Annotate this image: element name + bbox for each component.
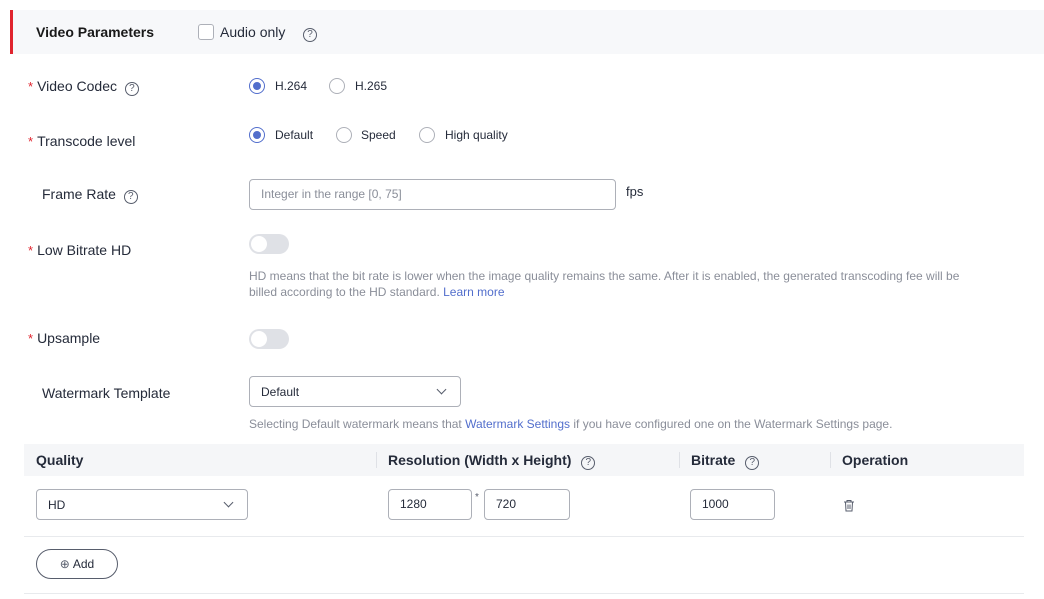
frame-rate-input[interactable]: Integer in the range [0, 75] <box>249 179 616 210</box>
row-separator <box>24 536 1024 537</box>
chevron-down-icon <box>223 497 234 508</box>
section-header: Video Parameters Audio only ? <box>10 10 1044 54</box>
low-bitrate-hd-toggle[interactable] <box>249 234 289 254</box>
column-divider <box>830 452 831 468</box>
level-high-quality-radio[interactable] <box>419 127 435 143</box>
section-accent-bar <box>10 10 13 54</box>
frame-rate-unit: fps <box>626 184 644 199</box>
required-mark: * <box>28 79 34 94</box>
level-default-radio[interactable] <box>249 127 265 143</box>
column-bitrate: Bitrate ? <box>691 452 760 470</box>
required-mark: * <box>28 134 34 149</box>
watermark-template-select[interactable]: Default <box>249 376 461 407</box>
frame-rate-placeholder: Integer in the range [0, 75] <box>261 187 402 201</box>
resolution-height-input[interactable]: 720 <box>484 489 570 520</box>
video-codec-label: * Video Codec ? <box>28 78 139 96</box>
level-high-quality-label[interactable]: High quality <box>445 128 508 142</box>
transcode-level-label: * Transcode level <box>28 133 136 149</box>
audio-only-help-icon[interactable]: ? <box>303 28 317 42</box>
learn-more-link[interactable]: Learn more <box>443 285 504 299</box>
resolution-help-icon[interactable]: ? <box>581 456 596 470</box>
plus-circle-icon: ⊕ <box>59 557 70 571</box>
add-quality-button[interactable]: ⊕ Add <box>36 549 118 579</box>
section-title: Video Parameters <box>36 24 155 40</box>
codec-h265-radio[interactable] <box>329 78 345 94</box>
resolution-width-input[interactable]: 1280 <box>388 489 472 520</box>
audio-only-checkbox[interactable] <box>198 24 214 40</box>
level-speed-label[interactable]: Speed <box>361 128 396 142</box>
quality-value: HD <box>48 498 66 512</box>
chevron-down-icon <box>436 384 447 395</box>
codec-h265-label[interactable]: H.265 <box>355 79 387 93</box>
video-codec-help-icon[interactable]: ? <box>124 82 139 96</box>
footer-separator <box>24 593 1024 594</box>
frame-rate-label: Frame Rate ? <box>42 186 138 204</box>
low-bitrate-hd-label: * Low Bitrate HD <box>28 242 132 258</box>
upsample-toggle[interactable] <box>249 329 289 349</box>
level-speed-radio[interactable] <box>336 127 352 143</box>
quality-select[interactable]: HD <box>36 489 248 520</box>
frame-rate-help-icon[interactable]: ? <box>123 190 138 204</box>
codec-h264-label[interactable]: H.264 <box>275 79 307 93</box>
column-divider <box>376 452 377 468</box>
bitrate-help-icon[interactable]: ? <box>745 456 760 470</box>
bitrate-input[interactable]: 1000 <box>690 489 775 520</box>
low-bitrate-hd-hint: HD means that the bit rate is lower when… <box>249 269 960 299</box>
level-default-label[interactable]: Default <box>275 128 313 142</box>
watermark-hint: Selecting Default watermark means that W… <box>249 417 893 431</box>
column-divider <box>679 452 680 468</box>
column-operation: Operation <box>842 452 909 468</box>
quality-table-header: Quality Resolution (Width x Height) ? Bi… <box>24 444 1024 476</box>
column-resolution: Resolution (Width x Height) ? <box>388 452 596 470</box>
watermark-template-label: Watermark Template <box>42 385 171 401</box>
column-quality: Quality <box>36 452 84 468</box>
watermark-settings-link[interactable]: Watermark Settings <box>465 417 570 431</box>
codec-h264-radio[interactable] <box>249 78 265 94</box>
resolution-separator: * <box>475 492 479 503</box>
upsample-label: * Upsample <box>28 330 101 346</box>
delete-icon[interactable] <box>843 499 855 515</box>
required-mark: * <box>28 331 34 346</box>
watermark-template-value: Default <box>261 385 300 399</box>
table-row: HD 1280 * 720 1000 <box>24 476 1024 536</box>
required-mark: * <box>28 243 34 258</box>
audio-only-label: Audio only <box>220 24 286 40</box>
